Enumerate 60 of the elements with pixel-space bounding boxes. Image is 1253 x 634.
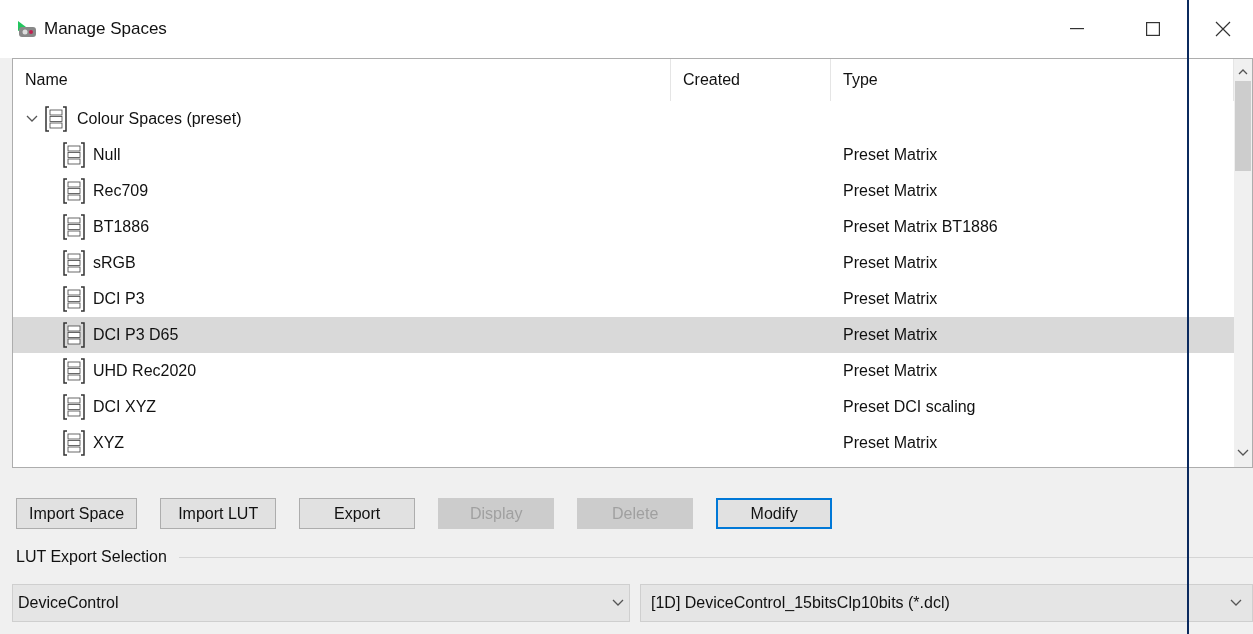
expand-toggle[interactable] [25,115,39,123]
tree-item-label: UHD Rec2020 [93,361,197,381]
matrix-icon [63,358,85,384]
dropdown-caret-icon [612,599,624,607]
tree-item-label: Colour Spaces (preset) [77,109,242,129]
window-title: Manage Spaces [44,18,167,41]
tree-item-label: DCI P3 [93,289,145,309]
type-cell-text: Preset Matrix [842,289,939,309]
tree-item-label: sRGB [93,253,136,273]
tree-row[interactable]: BT1886 Preset Matrix BT1886 [13,209,1234,245]
matrix-icon [63,250,85,276]
action-button[interactable]: Import Space [16,498,138,529]
tree-item-label: DCI P3 D65 [93,325,179,345]
maximize-icon [1146,22,1160,36]
tree-row[interactable]: Null Preset Matrix [13,137,1234,173]
matrix-icon [63,394,85,420]
dropdown-caret-icon [1230,599,1242,607]
type-cell-text: Preset DCI scaling [842,397,977,417]
type-cell-text: Preset Matrix [842,181,939,201]
action-button[interactable]: Export [299,498,416,529]
matrix-icon [63,286,85,312]
matrix-icon [63,214,85,240]
column-header[interactable]: Name [13,59,671,101]
tree-item-label: BT1886 [93,217,150,237]
matrix-icon [63,178,85,204]
tree-row[interactable]: DCI P3 Preset Matrix [13,281,1234,317]
tree-row[interactable]: Rec709 Preset Matrix [13,173,1234,209]
tree-item-label: Null [93,145,121,165]
scroll-thumb[interactable] [1235,81,1251,171]
column-header[interactable]: Created [671,59,831,101]
type-cell-text: Preset Matrix [842,433,939,453]
scroll-up-icon[interactable] [1238,69,1248,75]
matrix-icon [63,142,85,168]
tree-row[interactable]: XYZ Preset Matrix [13,425,1234,461]
action-button[interactable]: Modify [716,498,833,529]
matrix-icon [63,430,85,456]
format-dropdown[interactable]: [1D] DeviceControl_15bitsClp10bits (*.dcl) [640,584,1253,622]
minimize-icon [1070,28,1084,30]
app-icon [16,19,38,39]
action-button[interactable]: Import LUT [160,498,277,529]
type-cell-text: Preset Matrix [842,325,939,345]
scroll-down-icon [1237,449,1249,457]
tree-item-label: XYZ [93,433,125,453]
tree-row[interactable]: Colour Spaces (preset) [13,101,1234,137]
tree-row[interactable]: UHD Rec2020 Preset Matrix [13,353,1234,389]
device-dropdown[interactable]: DeviceControl [12,584,630,622]
type-cell-text: Preset Matrix [842,253,939,273]
tree-row[interactable]: sRGB Preset Matrix [13,245,1234,281]
matrix-icon [63,322,85,348]
close-icon [1215,21,1231,37]
type-cell-text: Preset Matrix BT1886 [842,217,999,237]
type-cell-text: Preset Matrix [842,361,939,381]
matrix-icon [45,106,67,132]
tree-row[interactable]: DCI P3 D65 Preset Matrix [13,317,1234,353]
tree-row[interactable]: DCI XYZ Preset DCI scaling [13,389,1234,425]
tree-item-label: DCI XYZ [93,397,157,417]
scrollbar[interactable] [1234,59,1252,467]
tree-item-label: Rec709 [93,181,149,201]
group-label: LUT Export Selection [16,547,167,567]
type-cell-text: Preset Matrix [842,145,939,165]
